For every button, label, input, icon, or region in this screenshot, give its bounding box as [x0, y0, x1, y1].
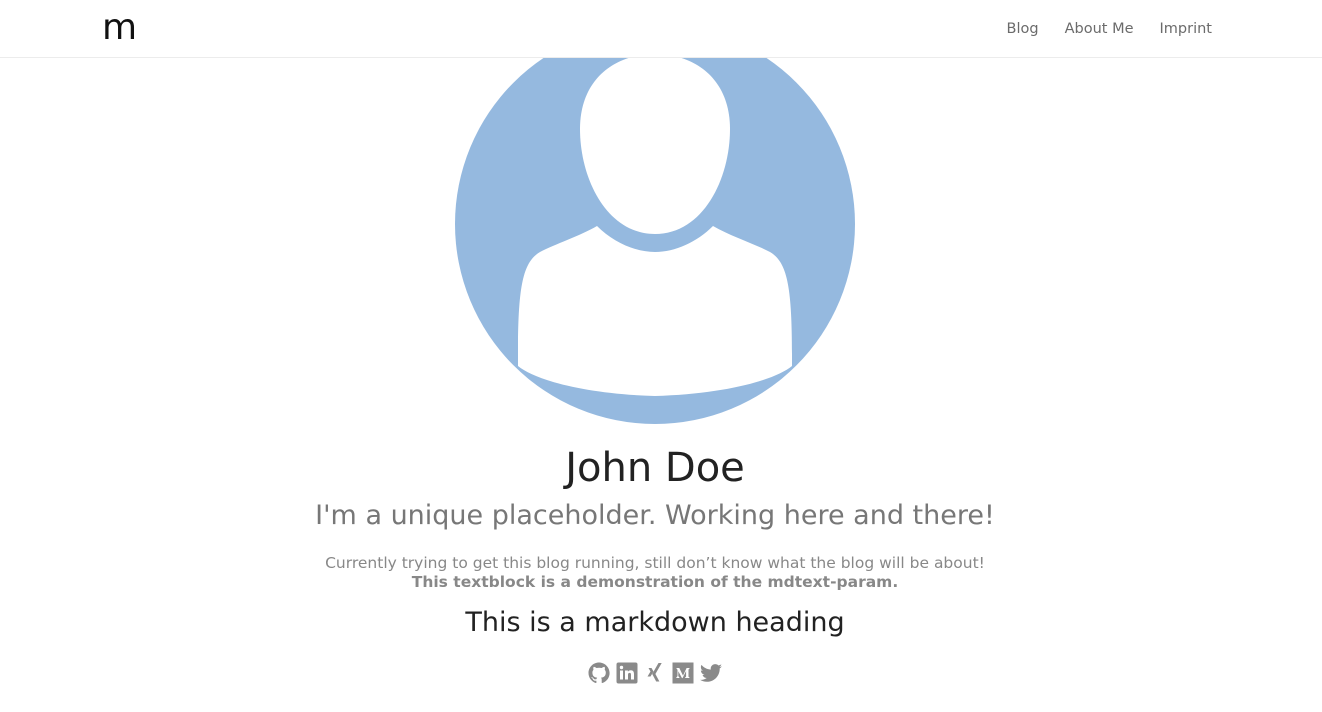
nav-link-blog[interactable]: Blog — [1007, 19, 1039, 39]
mdtext-block: Currently trying to get this blog runnin… — [0, 554, 1310, 592]
social-link-github[interactable] — [587, 661, 611, 685]
markdown-heading: This is a markdown heading — [465, 607, 845, 638]
social-link-xing[interactable] — [643, 661, 667, 685]
mdtext-line: Currently trying to get this blog runnin… — [325, 554, 985, 572]
xing-icon — [647, 663, 662, 682]
nav-link-imprint[interactable]: Imprint — [1160, 19, 1212, 39]
github-icon — [588, 662, 610, 684]
site-logo[interactable]: m — [102, 8, 137, 48]
avatar — [455, 58, 855, 424]
social-links — [0, 661, 1310, 685]
social-link-linkedin[interactable] — [615, 661, 639, 685]
medium-icon — [672, 662, 694, 684]
social-link-medium[interactable] — [671, 661, 695, 685]
profile-tagline: I'm a unique placeholder. Working here a… — [315, 500, 995, 531]
twitter-icon — [700, 664, 722, 682]
nav-link-about-me[interactable]: About Me — [1065, 19, 1134, 39]
nav-links: Blog About Me Imprint — [1007, 19, 1212, 39]
linkedin-icon — [616, 662, 638, 684]
mdtext-bold-line: This textblock is a demonstration of the… — [411, 573, 899, 591]
social-link-twitter[interactable] — [699, 661, 723, 685]
profile-name: John Doe — [565, 445, 745, 491]
